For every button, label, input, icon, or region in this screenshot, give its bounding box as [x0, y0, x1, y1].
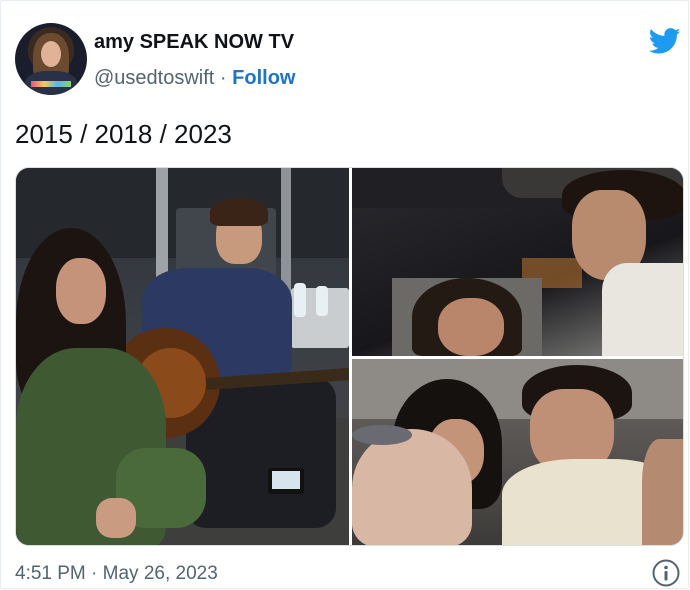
info-icon[interactable]	[651, 558, 681, 588]
tweet-timestamp[interactable]: 4:51 PM · May 26, 2023	[15, 563, 218, 585]
media-grid	[15, 167, 684, 546]
handle-row: @usedtoswift · Follow	[94, 67, 295, 90]
photo-2015[interactable]	[16, 168, 349, 545]
photo-2018[interactable]	[352, 168, 683, 356]
photo-2023[interactable]	[352, 359, 683, 545]
profile-avatar[interactable]	[15, 23, 87, 95]
follow-link[interactable]: Follow	[232, 67, 295, 89]
user-handle[interactable]: @usedtoswift	[94, 67, 214, 89]
tweet-card: amy SPEAK NOW TV @usedtoswift · Follow 2…	[0, 0, 689, 589]
tweet-text: 2015 / 2018 / 2023	[15, 119, 232, 149]
separator-dot: ·	[219, 67, 227, 89]
display-name[interactable]: amy SPEAK NOW TV	[94, 31, 294, 54]
twitter-bird-icon[interactable]	[647, 25, 683, 57]
